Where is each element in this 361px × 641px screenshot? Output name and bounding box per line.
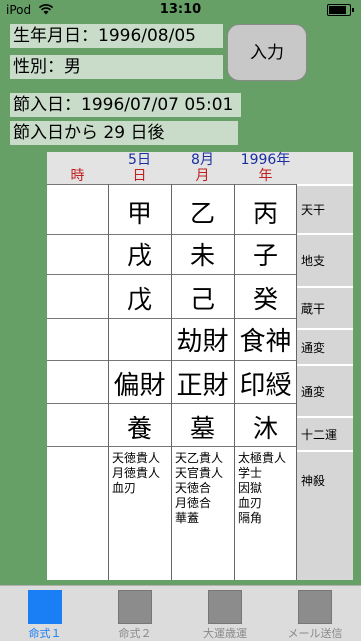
month-date: 8月 bbox=[191, 152, 214, 168]
tab-taiun-saiun[interactable]: 大運歳運 bbox=[180, 586, 270, 641]
chishi-month: 未 bbox=[189, 241, 215, 270]
zoukan-month: 己 bbox=[189, 285, 215, 314]
battery-icon bbox=[327, 4, 354, 16]
header-blank-cell bbox=[297, 152, 353, 184]
year-date: 1996年 bbox=[240, 152, 291, 168]
juniun-day: 養 bbox=[126, 414, 152, 443]
grid-line bbox=[47, 318, 297, 319]
shinsatsu-year: 太極貴人 学士 因獄 血刃 隔角 bbox=[238, 451, 287, 525]
tab-label: 命式１ bbox=[28, 627, 62, 640]
tenkan-day: 甲 bbox=[126, 199, 152, 228]
grid-line bbox=[47, 234, 297, 235]
sex-display: 性別：男 bbox=[10, 55, 223, 79]
row-label-shinsatsu: 神殺 bbox=[297, 452, 353, 580]
grid-line bbox=[171, 184, 172, 580]
day-date: 5日 bbox=[128, 152, 151, 168]
meishiki-table: 5日 8月 1996年 時 日 月 年 甲 乙 丙 天干 戌 未 子 地支 戊 … bbox=[47, 152, 353, 580]
month-pillar-label: 月 bbox=[195, 168, 210, 184]
tab-label: 大運歳運 bbox=[203, 627, 247, 640]
grid-line bbox=[296, 184, 297, 580]
grid-line bbox=[47, 274, 297, 275]
grid-line bbox=[108, 184, 109, 580]
zoukan-year: 癸 bbox=[252, 285, 278, 314]
meishiki-1-icon bbox=[28, 590, 62, 624]
tsuhen2-year: 印綬 bbox=[239, 371, 292, 401]
taiun-saiun-icon bbox=[208, 590, 242, 624]
tsuhen2-month: 正財 bbox=[176, 371, 229, 401]
row-label-zoukan: 蔵干 bbox=[297, 288, 353, 328]
chishi-day: 戌 bbox=[126, 241, 152, 270]
year-pillar-label: 年 bbox=[258, 168, 273, 184]
input-button[interactable]: 入力 bbox=[227, 24, 307, 81]
grid-line bbox=[47, 184, 297, 185]
hour-pillar-label: 時 bbox=[70, 168, 85, 184]
juniun-year: 沐 bbox=[252, 414, 278, 443]
row-label-chishi: 地支 bbox=[297, 235, 353, 286]
juniun-month: 墓 bbox=[189, 414, 215, 443]
tab-label: 命式２ bbox=[118, 627, 152, 640]
status-bar: iPod 13:10 bbox=[0, 0, 361, 20]
tab-meishiki-1[interactable]: 命式１ bbox=[0, 586, 90, 641]
mail-icon bbox=[298, 590, 332, 624]
tab-meishiki-2[interactable]: 命式２ bbox=[90, 586, 180, 641]
grid-line bbox=[47, 403, 297, 404]
tsuhen1-month: 劫財 bbox=[176, 327, 229, 357]
tsuhen2-day: 偏財 bbox=[113, 371, 166, 401]
row-label-tsuhen1: 通変 bbox=[297, 330, 353, 364]
row-label-tenkan: 天干 bbox=[297, 186, 353, 233]
row-label-tsuhen2: 通変 bbox=[297, 366, 353, 416]
birthdate-display: 生年月日：1996/08/05 bbox=[10, 24, 223, 48]
tab-mail[interactable]: メール送信 bbox=[270, 586, 360, 641]
chishi-year: 子 bbox=[252, 241, 278, 270]
tab-label: メール送信 bbox=[287, 627, 343, 640]
days-after-display: 節入日から 29 日後 bbox=[10, 121, 238, 145]
setsuiri-date-display: 節入日：1996/07/07 05:01 bbox=[10, 93, 241, 117]
tenkan-year: 丙 bbox=[252, 199, 278, 228]
tab-bar: 命式１ 命式２ 大運歳運 メール送信 bbox=[0, 585, 361, 641]
grid-line bbox=[47, 446, 297, 447]
shinsatsu-day: 天徳貴人 月徳貴人 血刃 bbox=[112, 451, 161, 495]
zoukan-day: 戊 bbox=[126, 285, 152, 314]
day-pillar-label: 日 bbox=[132, 168, 147, 184]
tenkan-month: 乙 bbox=[189, 199, 215, 228]
grid-line bbox=[47, 360, 297, 361]
clock: 13:10 bbox=[159, 2, 202, 17]
shinsatsu-month: 天乙貴人 天官貴人 天徳合 月徳合 華蓋 bbox=[175, 451, 224, 525]
tsuhen1-year: 食神 bbox=[239, 327, 292, 357]
meishiki-2-icon bbox=[118, 590, 152, 624]
row-label-juniun: 十二運 bbox=[297, 418, 353, 450]
grid-line bbox=[234, 184, 235, 580]
